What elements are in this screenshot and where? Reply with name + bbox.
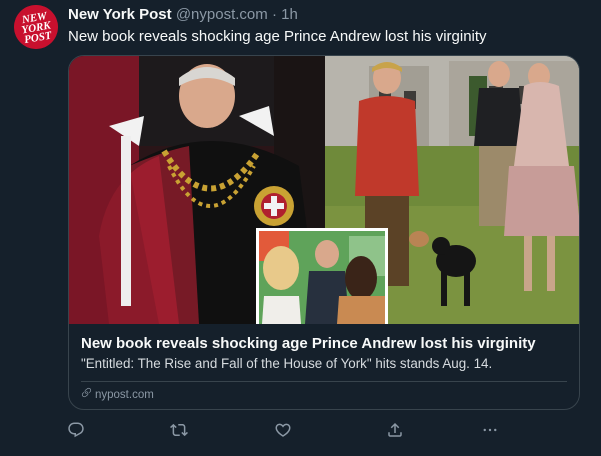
retweet-button[interactable] [169, 420, 189, 440]
share-button[interactable] [385, 420, 405, 440]
card-divider [81, 381, 567, 382]
author-handle[interactable]: @nypost.com [176, 6, 268, 23]
author-name[interactable]: New York Post [68, 6, 172, 23]
link-card[interactable]: New book reveals shocking age Prince And… [68, 55, 580, 410]
separator: · [271, 6, 277, 23]
avatar[interactable]: NEW YORK POST [14, 5, 58, 49]
more-icon [483, 428, 497, 432]
card-domain-text: nypost.com [95, 389, 154, 401]
card-title[interactable]: New book reveals shocking age Prince And… [81, 334, 567, 354]
card-description: "Entitled: The Rise and Fall of the Hous… [81, 356, 493, 371]
timestamp[interactable]: 1h [281, 6, 298, 23]
reply-icon [68, 422, 84, 438]
tweet-text: New book reveals shocking age Prince And… [68, 28, 487, 45]
like-button[interactable] [273, 420, 293, 440]
share-icon [388, 422, 402, 437]
reply-button[interactable] [66, 420, 86, 440]
like-icon [275, 423, 291, 437]
nypost-logo: NEW YORK POST [14, 5, 58, 49]
retweet-icon [170, 423, 188, 437]
more-button[interactable] [480, 420, 500, 440]
link-icon [81, 387, 92, 403]
card-image[interactable] [69, 56, 579, 324]
tweet-actions [60, 420, 510, 440]
card-photo-collage [69, 56, 579, 324]
tweet-header: New York Post @nypost.com · 1h [68, 5, 591, 25]
card-domain-link[interactable]: nypost.com [81, 387, 154, 403]
